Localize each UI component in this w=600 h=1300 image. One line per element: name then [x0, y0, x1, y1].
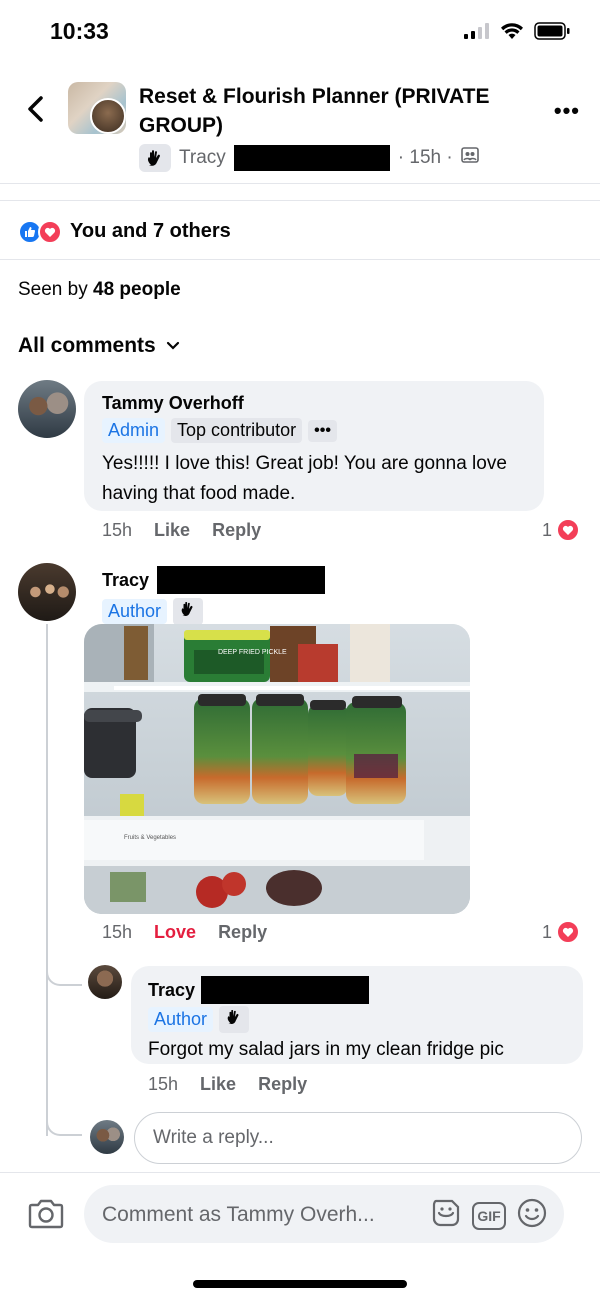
waving-hand-badge-icon — [173, 598, 204, 625]
seen-by-count: 48 people — [93, 279, 181, 300]
reply-bubble: Tracy Author Forgot my salad jars in my … — [131, 966, 583, 1064]
reply-author-name[interactable]: Tracy — [148, 980, 195, 1001]
comment-author-name[interactable]: Tammy Overhoff — [102, 393, 526, 414]
top-contributor-badge: Top contributor — [171, 418, 303, 443]
group-title[interactable]: Reset & Flourish Planner (PRIVATE GROUP) — [139, 82, 519, 140]
like-button[interactable]: Like — [200, 1074, 236, 1095]
thread-connector — [46, 966, 82, 986]
post-header: Reset & Flourish Planner (PRIVATE GROUP)… — [0, 64, 600, 184]
comment-badges: Author — [102, 598, 325, 625]
reaction-count-value: 1 — [542, 519, 553, 540]
status-time: 10:33 — [50, 18, 109, 44]
redacted-block — [157, 566, 326, 594]
reaction-count-value: 1 — [542, 921, 553, 942]
author-badge: Author — [148, 1007, 214, 1032]
like-button[interactable]: Like — [154, 520, 190, 541]
signal-icon — [464, 23, 490, 44]
post-time: · 15h · — [397, 147, 453, 168]
reactions-summary[interactable]: You and 7 others — [0, 200, 600, 260]
reply-button[interactable]: Reply — [212, 520, 261, 541]
avatar[interactable] — [18, 563, 76, 621]
camera-icon — [28, 1199, 64, 1229]
avatar[interactable] — [18, 380, 76, 438]
love-reaction-icon — [38, 220, 62, 244]
comment-reaction-count[interactable]: 1 — [542, 518, 581, 542]
admin-badge: Admin — [102, 418, 166, 443]
post-author-name[interactable]: Tracy — [179, 147, 226, 169]
thread-line — [46, 624, 48, 1136]
composer-icons: GIF — [430, 1197, 548, 1234]
comment-photo[interactable]: Fruits & Vegetables DEEP FRIED PICKLE — [84, 624, 470, 914]
redacted-block — [233, 145, 390, 171]
reply-input-placeholder: Write a reply... — [153, 1127, 274, 1148]
comments-filter-dropdown[interactable]: All comments — [18, 334, 180, 358]
comment-header: Tracy Author — [102, 566, 326, 625]
comment-bubble: Tammy Overhoff Admin Top contributor •••… — [84, 381, 544, 511]
avatar[interactable] — [88, 965, 122, 999]
love-button[interactable]: Love — [154, 922, 196, 943]
battery-icon — [534, 22, 570, 45]
author-mini-avatar — [90, 98, 126, 134]
wifi-icon — [500, 22, 524, 45]
camera-button[interactable] — [28, 1197, 64, 1234]
reply-time: 15h — [148, 1074, 179, 1094]
comment-composer: Comment as Tammy Overh... GIF — [0, 1172, 600, 1262]
waving-hand-badge-icon — [219, 1006, 250, 1033]
love-reaction-icon — [556, 920, 581, 944]
waving-hand-badge-icon — [139, 144, 171, 172]
status-icons — [464, 22, 570, 45]
comments-filter-label: All comments — [18, 334, 156, 357]
drawer-label: Fruits & Vegetables — [124, 835, 176, 841]
comment-actions: 15h Love Reply — [102, 922, 267, 943]
comment-time: 15h — [102, 922, 133, 942]
avatar — [90, 1120, 124, 1154]
seen-by-prefix: Seen by — [18, 279, 88, 300]
comment-actions: 15h Like Reply — [102, 520, 261, 541]
back-button[interactable] — [20, 94, 50, 124]
gif-button[interactable]: GIF — [472, 1201, 506, 1230]
status-bar: 10:33 — [0, 0, 600, 64]
thread-connector — [46, 1116, 82, 1136]
reply-button[interactable]: Reply — [218, 922, 267, 943]
redacted-block — [201, 976, 370, 1004]
reply-actions: 15h Like Reply — [148, 1074, 307, 1095]
comment-input-placeholder: Comment as Tammy Overh... — [102, 1203, 375, 1226]
reply-input[interactable]: Write a reply... — [134, 1112, 582, 1164]
fridge-photo-image: Fruits & Vegetables DEEP FRIED PICKLE — [84, 624, 470, 914]
comment-time: 15h — [102, 520, 133, 540]
reply-text: Forgot my salad jars in my clean fridge … — [148, 1039, 504, 1060]
reactions-text: You and 7 others — [70, 220, 231, 242]
home-indicator[interactable] — [193, 1280, 407, 1288]
sticker-icon[interactable] — [430, 1197, 462, 1234]
jar-label: DEEP FRIED PICKLE — [218, 649, 287, 656]
chevron-down-icon — [166, 341, 179, 350]
chevron-left-icon — [28, 96, 43, 122]
comment-text: Yes!!!!! I love this! Great job! You are… — [102, 453, 507, 504]
emoji-icon[interactable] — [516, 1197, 548, 1234]
seen-by[interactable]: Seen by 48 people — [18, 279, 181, 301]
post-author-line: Tracy · 15h · — [139, 144, 479, 172]
comment-input[interactable]: Comment as Tammy Overh... GIF — [84, 1185, 564, 1243]
reply-badges: Author — [148, 1006, 566, 1033]
more-badges-button[interactable]: ••• — [308, 419, 337, 442]
love-reaction-icon — [556, 518, 581, 542]
reply-button[interactable]: Reply — [258, 1074, 307, 1095]
more-options-button[interactable]: ••• — [554, 98, 580, 124]
comment-author-name[interactable]: Tracy — [102, 570, 149, 591]
group-avatar[interactable] — [68, 82, 126, 134]
comment-badges: Admin Top contributor ••• — [102, 418, 526, 443]
author-badge: Author — [102, 599, 168, 624]
group-privacy-icon — [460, 146, 479, 170]
comment-reaction-count[interactable]: 1 — [542, 920, 581, 944]
reaction-icons — [18, 220, 62, 244]
